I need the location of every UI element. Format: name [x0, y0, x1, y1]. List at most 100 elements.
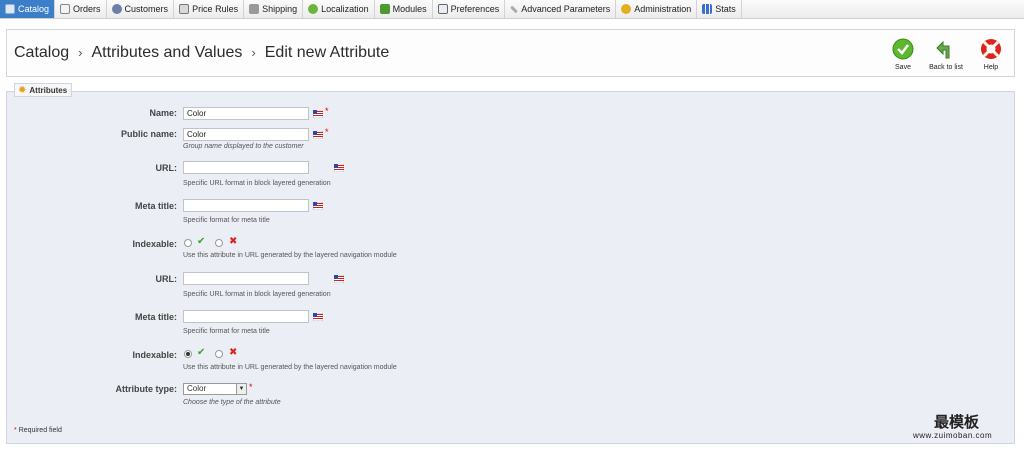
breadcrumb-separator: ›: [251, 45, 256, 60]
language-flag-icon[interactable]: [313, 202, 323, 210]
administration-icon: [621, 4, 632, 14]
indexable-hint: Use this attribute in URL generated by t…: [183, 364, 397, 371]
save-icon: [892, 38, 914, 60]
name-input[interactable]: Color: [183, 107, 309, 120]
watermark-url: www.zuimoban.com: [913, 431, 993, 440]
help-lifebuoy-icon: [981, 39, 1001, 59]
check-icon: ✔: [197, 347, 206, 358]
tab-modules[interactable]: Modules: [375, 0, 433, 18]
page-header: Catalog › Attributes and Values › Edit new A…: [6, 29, 1015, 77]
indexable-label: Indexable:: [132, 239, 177, 249]
url-label: URL:: [155, 274, 178, 284]
required-marker: *: [325, 106, 329, 116]
indexable-label: Indexable:: [132, 350, 177, 360]
price-rules-icon: [179, 4, 190, 14]
tab-label: Catalog: [18, 4, 50, 14]
help-label: Help: [983, 64, 999, 71]
language-flag-icon[interactable]: [334, 275, 344, 283]
url-hint: Specific URL format in block layered gen…: [183, 291, 331, 298]
back-to-list-button[interactable]: Back to list: [926, 38, 966, 71]
meta-title-input[interactable]: [183, 310, 309, 323]
cross-icon: ✖: [229, 236, 238, 247]
breadcrumb-attributes-and-values[interactable]: Attributes and Values: [92, 44, 243, 61]
public-name-label: Public name:: [120, 129, 177, 139]
breadcrumb-catalog[interactable]: Catalog: [14, 44, 69, 61]
tab-label: Preferences: [450, 4, 500, 14]
url-input[interactable]: [183, 161, 309, 174]
stats-icon: [702, 4, 713, 14]
back-to-list-label: Back to list: [929, 64, 963, 71]
tab-catalog[interactable]: Catalog: [0, 0, 56, 18]
attribute-type-select[interactable]: Color ▼: [183, 383, 247, 395]
tab-label: Price Rules: [192, 4, 239, 14]
fieldset-legend: ✹ Attributes: [14, 83, 73, 97]
language-flag-icon[interactable]: [313, 313, 323, 321]
attribute-type-value: Color: [187, 384, 207, 393]
preferences-icon: [437, 4, 448, 14]
save-button[interactable]: Save: [883, 38, 923, 71]
public-name-hint: Group name displayed to the customer: [183, 143, 304, 150]
tab-customers[interactable]: Customers: [107, 0, 175, 18]
star-icon: ✹: [18, 84, 27, 96]
indexable-hint: Use this attribute in URL generated by t…: [183, 252, 397, 259]
language-flag-icon[interactable]: [313, 110, 323, 118]
advanced-parameters-icon: [510, 5, 519, 13]
language-flag-icon[interactable]: [334, 164, 344, 172]
name-label: Name:: [149, 108, 177, 118]
breadcrumb-separator: ›: [78, 45, 83, 60]
top-navigation: Catalog Orders Customers Price Rules Shi…: [0, 0, 1024, 19]
tab-label: Orders: [73, 4, 101, 14]
help-button[interactable]: Help: [971, 38, 1011, 71]
public-name-input[interactable]: Color: [183, 128, 309, 141]
localization-icon: [308, 4, 319, 14]
tab-stats[interactable]: Stats: [697, 0, 742, 18]
indexable-yes-radio[interactable]: [184, 350, 192, 358]
attribute-type-hint: Choose the type of the attribute: [183, 399, 281, 406]
required-star: *: [14, 427, 17, 434]
tab-advanced-parameters[interactable]: Advanced Parameters: [505, 0, 617, 18]
url-label: URL:: [155, 163, 178, 173]
tab-label: Shipping: [262, 4, 298, 14]
chevron-down-icon: ▼: [236, 384, 246, 394]
back-arrow-icon: [936, 40, 950, 59]
tab-label: Modules: [392, 4, 427, 14]
url-hint: Specific URL format in block layered gen…: [183, 180, 331, 187]
required-marker: *: [249, 382, 253, 392]
required-field-note: * Required field: [14, 427, 62, 434]
required-note-text: Required field: [18, 427, 62, 434]
tab-orders[interactable]: Orders: [55, 0, 107, 18]
meta-title-input[interactable]: [183, 199, 309, 212]
tab-shipping[interactable]: Shipping: [244, 0, 304, 18]
meta-title-label: Meta title:: [134, 201, 177, 211]
required-marker: *: [325, 127, 329, 137]
catalog-icon: [5, 4, 15, 14]
cross-icon: ✖: [229, 347, 238, 358]
modules-icon: [379, 4, 390, 14]
tab-label: Stats: [715, 4, 736, 14]
attribute-type-label: Attribute type:: [115, 384, 178, 394]
tab-label: Customers: [124, 4, 169, 14]
tab-localization[interactable]: Localization: [303, 0, 375, 18]
indexable-no-radio[interactable]: [215, 350, 223, 358]
language-flag-icon[interactable]: [313, 131, 323, 139]
watermark-cn: 最模板: [934, 413, 980, 431]
tab-administration[interactable]: Administration: [616, 0, 698, 18]
tab-preferences[interactable]: Preferences: [433, 0, 506, 18]
save-label: Save: [895, 64, 911, 71]
tab-label: Advanced Parameters: [521, 4, 611, 14]
breadcrumb: Catalog › Attributes and Values › Edit new A…: [14, 44, 389, 62]
legend-label: Attributes: [29, 85, 68, 95]
meta-title-hint: Specific format for meta title: [183, 328, 270, 335]
check-icon: ✔: [197, 236, 206, 247]
breadcrumb-current: Edit new Attribute: [264, 44, 390, 61]
meta-title-hint: Specific format for meta title: [183, 217, 270, 224]
meta-title-label: Meta title:: [134, 312, 177, 322]
tab-label: Administration: [634, 4, 692, 14]
indexable-yes-radio[interactable]: [184, 239, 192, 247]
customers-icon: [111, 4, 122, 14]
shipping-icon: [249, 4, 260, 14]
tab-label: Localization: [321, 4, 369, 14]
url-input[interactable]: [183, 272, 309, 285]
indexable-no-radio[interactable]: [215, 239, 223, 247]
tab-price-rules[interactable]: Price Rules: [174, 0, 245, 18]
